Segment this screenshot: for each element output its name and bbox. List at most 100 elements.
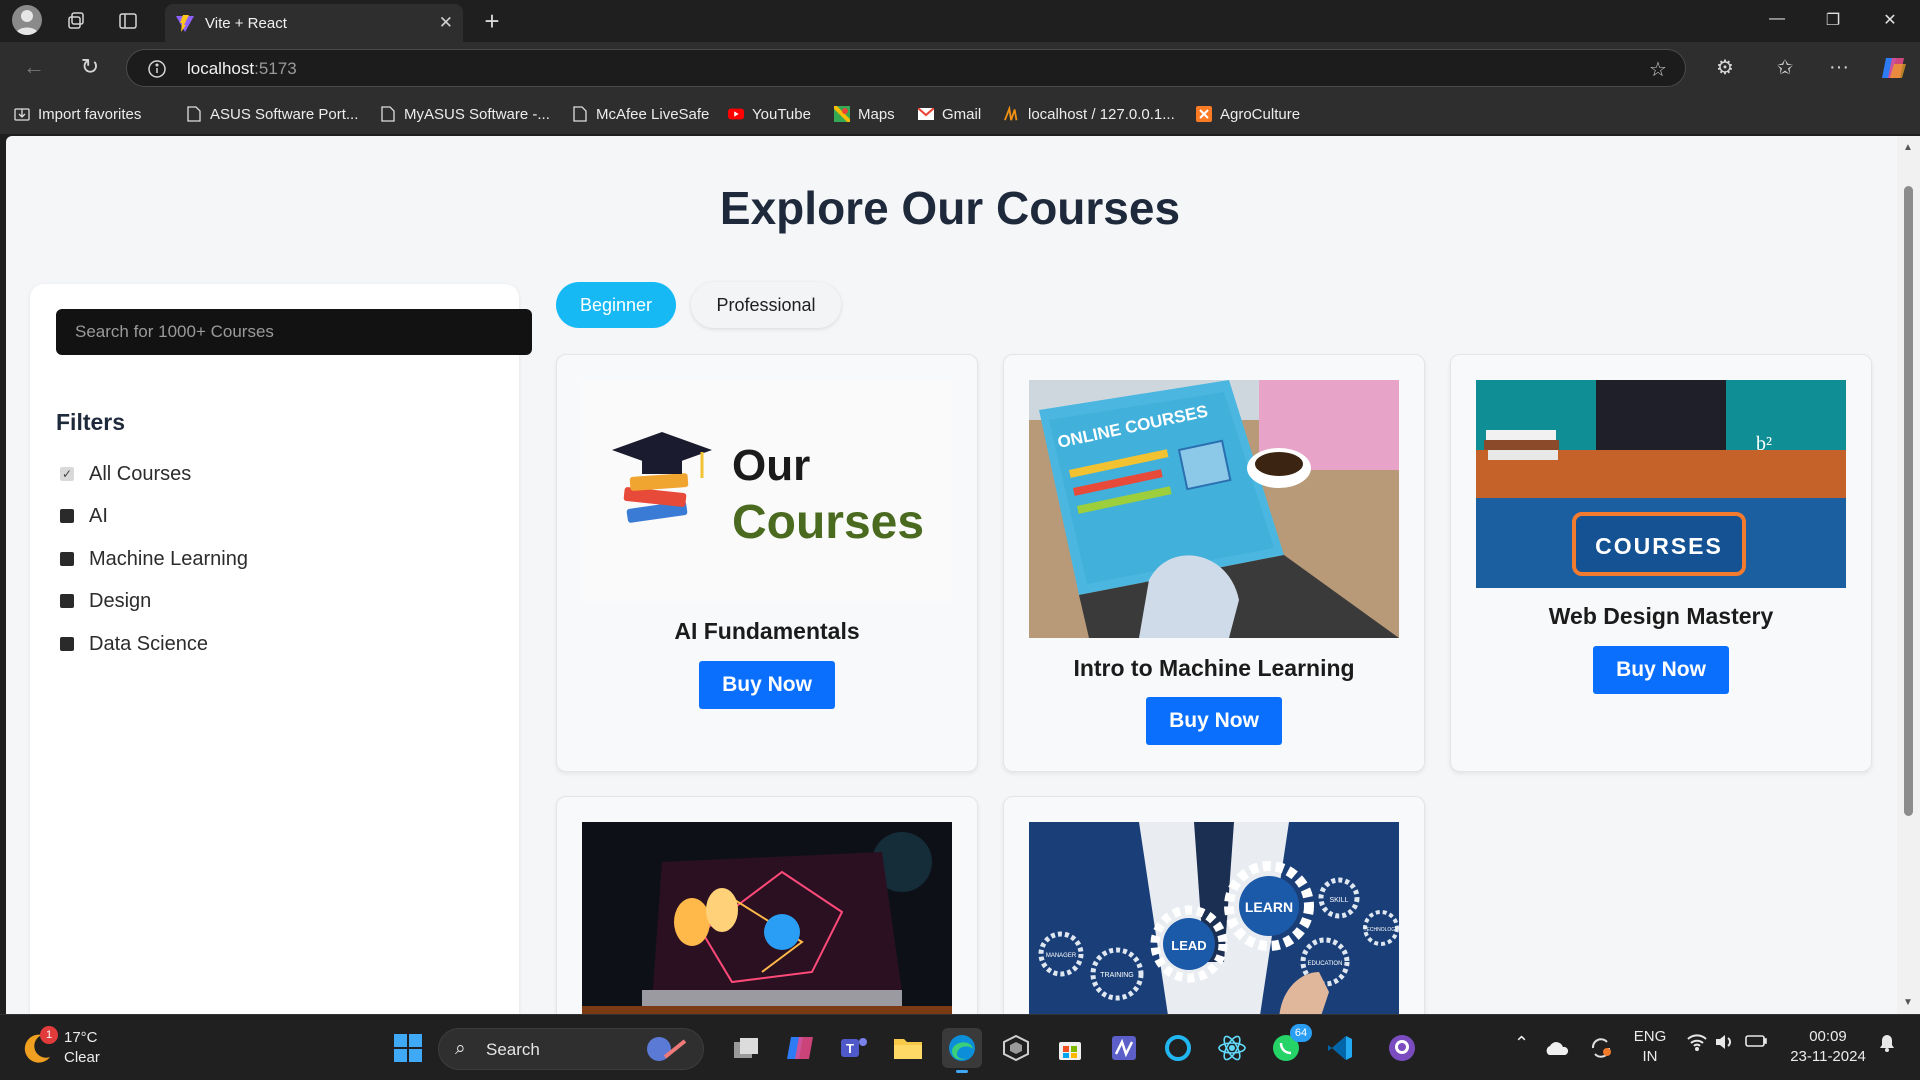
bookmark-agroculture[interactable]: AgroCulture — [1196, 103, 1300, 125]
course-title: Web Design Mastery — [1548, 603, 1774, 629]
image-word-training: TRAINING — [1100, 972, 1133, 979]
checkbox-icon[interactable] — [60, 594, 74, 608]
bookmark-label: MyASUS Software -... — [404, 105, 550, 123]
bookmark-gmail[interactable]: Gmail — [918, 103, 981, 125]
file-explorer-icon[interactable] — [888, 1028, 928, 1068]
bookmark-asus-software-portal[interactable]: ASUS Software Port... — [186, 103, 358, 125]
start-windows-icon[interactable] — [388, 1028, 428, 1068]
profile-avatar-icon[interactable] — [12, 5, 42, 35]
filter-label: Design — [89, 589, 152, 612]
filter-ai[interactable]: AI — [60, 503, 108, 529]
clock[interactable]: 00:09 23-11-2024 — [1780, 1027, 1876, 1067]
page-scrollbar[interactable]: ▲ ▼ — [1897, 136, 1920, 1014]
checkbox-checked-icon[interactable]: ✓ — [60, 467, 74, 481]
minimize-icon[interactable]: — — [1762, 10, 1792, 32]
bookmark-label: Import favorites — [38, 105, 142, 123]
notifications-bell-icon[interactable] — [1878, 1033, 1896, 1059]
show-hidden-icons-chevron-icon[interactable]: ⌃ — [1514, 1033, 1529, 1053]
weather-widget[interactable]: 1 17°C Clear — [20, 1026, 120, 1068]
vscode-icon[interactable] — [1320, 1028, 1360, 1068]
battery-icon[interactable] — [1744, 1033, 1768, 1055]
checkbox-icon[interactable] — [60, 509, 74, 523]
wifi-icon[interactable] — [1686, 1033, 1708, 1055]
course-card-ai-fundamentals: Our Courses AI Fundamentals Buy Now — [556, 354, 978, 772]
edge-browser-icon[interactable] — [942, 1028, 982, 1073]
filter-design[interactable]: Design — [60, 588, 151, 614]
buy-now-button[interactable]: Buy Now — [1146, 697, 1282, 745]
filters-heading: Filters — [56, 409, 126, 435]
xampp-icon — [1196, 106, 1212, 122]
bookmark-mcafee-livesafe[interactable]: McAfee LiveSafe — [572, 103, 709, 125]
onedrive-cloud-icon[interactable] — [1540, 1028, 1572, 1068]
vite-logo-icon — [175, 13, 195, 33]
bookmark-label: localhost / 127.0.0.1... — [1028, 105, 1175, 123]
phpmyadmin-icon — [1004, 106, 1020, 122]
tab-professional[interactable]: Professional — [691, 282, 841, 328]
back-icon[interactable]: ← — [20, 54, 48, 80]
svg-text:T: T — [846, 1041, 854, 1056]
filter-all-courses[interactable]: ✓ All Courses — [60, 461, 191, 487]
task-view-icon[interactable] — [726, 1028, 766, 1068]
extensions-icon[interactable]: ⚙ — [1712, 54, 1738, 80]
language-indicator[interactable]: ENG IN — [1628, 1027, 1672, 1067]
checkbox-icon[interactable] — [60, 637, 74, 651]
scroll-down-arrow-icon[interactable]: ▼ — [1903, 997, 1913, 1008]
teams-icon[interactable]: T — [834, 1028, 874, 1068]
sync-icon[interactable] — [1585, 1028, 1617, 1068]
bookmark-maps[interactable]: Maps — [834, 103, 895, 125]
scrollbar-thumb[interactable] — [1904, 186, 1913, 816]
bookmark-label: McAfee LiveSafe — [596, 105, 710, 123]
close-window-icon[interactable]: ✕ — [1875, 10, 1905, 32]
site-info-icon[interactable] — [147, 59, 167, 79]
buy-now-button[interactable]: Buy Now — [1593, 646, 1729, 694]
cortana-icon[interactable] — [1158, 1028, 1198, 1068]
page-viewport: Explore Our Courses Filters ✓ All Course… — [6, 136, 1897, 1014]
bookmark-youtube[interactable]: YouTube — [728, 103, 811, 125]
filter-label: AI — [89, 504, 108, 527]
volume-icon[interactable] — [1714, 1033, 1736, 1057]
course-image: ONLINE COURSES — [1029, 380, 1399, 638]
tab-close-icon[interactable]: ✕ — [439, 13, 453, 33]
image-word-learn: LEARN — [1245, 899, 1293, 915]
buy-now-button[interactable]: Buy Now — [699, 661, 835, 709]
filter-machine-learning[interactable]: Machine Learning — [60, 546, 248, 572]
course-image: LEARN LEAD SKILL TRAINING MANAGER EDUCAT… — [1029, 822, 1399, 1014]
bookmark-import-favorites[interactable]: Import favorites — [14, 103, 141, 125]
app-package-icon[interactable] — [996, 1028, 1036, 1068]
course-search-input[interactable] — [56, 309, 532, 355]
search-highlight-icon — [645, 1035, 689, 1068]
import-icon — [14, 106, 30, 122]
whatsapp-icon[interactable]: 64 — [1266, 1024, 1312, 1068]
page-icon — [380, 106, 396, 122]
scroll-up-arrow-icon[interactable]: ▲ — [1903, 142, 1913, 153]
image-word-lead: LEAD — [1171, 938, 1206, 953]
bookmark-localhost-phpmyadmin[interactable]: localhost / 127.0.0.1... — [1004, 103, 1175, 125]
filter-data-science[interactable]: Data Science — [60, 631, 208, 657]
vertical-tabs-icon[interactable] — [116, 10, 140, 32]
tab-beginner[interactable]: Beginner — [556, 282, 676, 328]
react-icon[interactable] — [1212, 1028, 1252, 1068]
favorite-star-icon[interactable]: ☆ — [1647, 58, 1669, 81]
github-desktop-icon[interactable] — [1382, 1028, 1422, 1068]
bookmark-myasus-software[interactable]: MyASUS Software -... — [380, 103, 550, 125]
image-word-skill: SKILL — [1329, 897, 1348, 904]
restore-icon[interactable]: ❐ — [1818, 10, 1848, 32]
copilot-icon[interactable] — [1880, 54, 1908, 82]
image-text-our: Our — [732, 441, 810, 490]
microsoft-store-icon[interactable] — [1050, 1028, 1090, 1068]
course-title: AI Fundamentals — [674, 618, 860, 644]
taskbar-search-box[interactable]: ⌕ Search — [438, 1028, 704, 1070]
refresh-icon[interactable]: ↻ — [76, 54, 104, 80]
language-code: ENG — [1633, 1028, 1667, 1045]
new-tab-icon[interactable]: + — [478, 6, 506, 36]
favorites-icon[interactable]: ✩ — [1772, 54, 1798, 80]
checkbox-icon[interactable] — [60, 552, 74, 566]
weather-badge: 1 — [40, 1026, 58, 1044]
search-icon: ⌕ — [455, 1038, 466, 1059]
more-options-icon[interactable]: ··· — [1826, 54, 1852, 80]
browser-tab-active[interactable]: Vite + React ✕ — [165, 4, 463, 42]
address-bar[interactable]: localhost:5173 ☆ — [126, 49, 1686, 87]
copilot-taskbar-icon[interactable] — [780, 1028, 820, 1068]
power-automate-icon[interactable] — [1104, 1028, 1144, 1068]
workspaces-icon[interactable] — [64, 10, 88, 32]
